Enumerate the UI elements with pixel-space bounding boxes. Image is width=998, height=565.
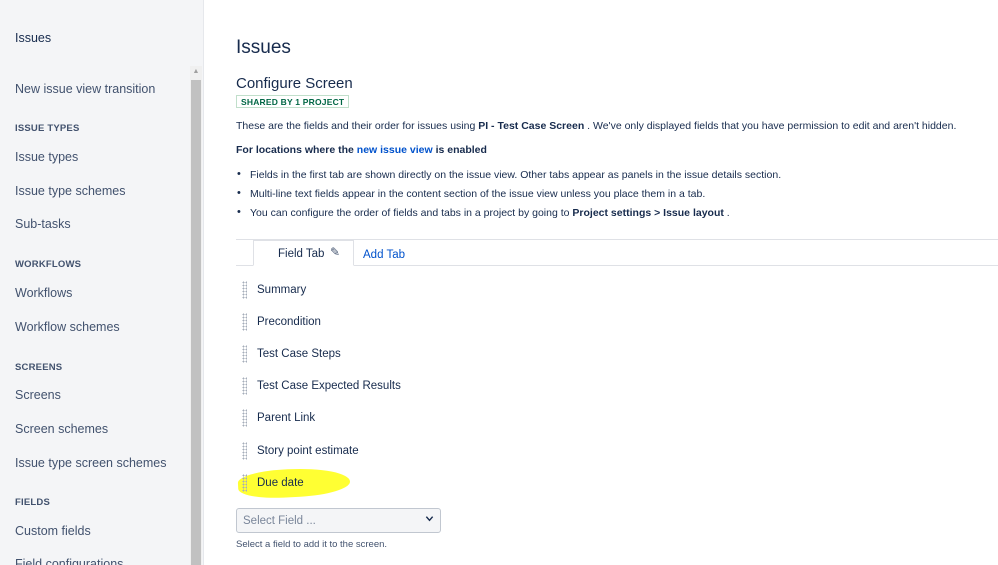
scroll-up-arrow-icon[interactable]: ▲: [191, 67, 201, 77]
sidebar-section-fields: FIELDS: [15, 497, 50, 508]
field-label: Test Case Steps: [257, 348, 341, 360]
field-row-precondition[interactable]: Precondition: [242, 312, 542, 332]
field-label: Summary: [257, 284, 307, 296]
sidebar-item-issue-types[interactable]: Issue types: [15, 150, 78, 164]
sidebar-item-workflow-schemes[interactable]: Workflow schemes: [15, 320, 120, 334]
sidebar-section-workflows: WORKFLOWS: [15, 259, 82, 270]
sidebar-item-screens[interactable]: Screens: [15, 388, 61, 402]
sidebar-item-issue-type-schemes[interactable]: Issue type schemes: [15, 184, 125, 198]
field-row-story-point-estimate[interactable]: Story point estimate: [242, 441, 542, 461]
bullet-multiline: Multi-line text fields appear in the con…: [236, 187, 781, 207]
desc-prefix: These are the fields and their order for…: [236, 120, 479, 132]
chevron-down-icon: [425, 516, 434, 522]
field-label: Story point estimate: [257, 445, 359, 457]
sidebar-item-new-issue-view-transition[interactable]: New issue view transition: [15, 82, 155, 96]
bullet-first-tab: Fields in the first tab are shown direct…: [236, 168, 781, 188]
sidebar-scrollbar-thumb[interactable]: [191, 80, 201, 565]
sidebar: Issues New issue view transition ISSUE T…: [0, 0, 204, 565]
bullet3-separator: >: [651, 207, 664, 219]
field-label: Parent Link: [257, 412, 316, 424]
add-tab-link[interactable]: Add Tab: [363, 249, 405, 261]
sidebar-item-workflows[interactable]: Workflows: [15, 286, 72, 300]
drag-handle-icon[interactable]: [242, 409, 247, 427]
screen-description: These are the fields and their order for…: [236, 120, 956, 132]
info-bullet-list: Fields in the first tab are shown direct…: [236, 168, 781, 226]
pencil-icon[interactable]: ✎: [330, 245, 340, 259]
sidebar-item-screen-schemes[interactable]: Screen schemes: [15, 422, 108, 436]
shared-projects-badge[interactable]: SHARED BY 1 PROJECT: [236, 95, 350, 108]
sidebar-item-custom-fields[interactable]: Custom fields: [15, 524, 91, 538]
tab-field-tab[interactable]: Field Tab ✎: [253, 240, 354, 266]
drag-handle-icon[interactable]: [242, 281, 247, 299]
tab-field-tab-label: Field Tab: [278, 248, 325, 260]
main-content: Issues Configure Screen SHARED BY 1 PROJ…: [236, 0, 998, 565]
drag-handle-icon[interactable]: [242, 474, 247, 492]
select-field-help-text: Select a field to add it to the screen.: [236, 539, 388, 550]
sidebar-item-sub-tasks[interactable]: Sub-tasks: [15, 217, 71, 231]
select-field-dropdown[interactable]: Select Field ...: [236, 508, 441, 533]
page-title: Issues: [236, 37, 291, 58]
drag-handle-icon[interactable]: [242, 377, 247, 395]
field-row-due-date[interactable]: Due date: [242, 473, 542, 493]
loc-suffix: is enabled: [432, 144, 487, 156]
new-issue-view-heading: For locations where the new issue view i…: [236, 144, 487, 156]
screen-title: Configure Screen: [236, 75, 353, 92]
sidebar-item-issues[interactable]: Issues: [15, 31, 51, 45]
bullet3-issue-layout: Issue layout: [663, 207, 724, 219]
drag-handle-icon[interactable]: [242, 313, 247, 331]
bullet-configure-order: You can configure the order of fields an…: [236, 206, 781, 226]
field-row-test-case-steps[interactable]: Test Case Steps: [242, 344, 542, 364]
drag-handle-icon[interactable]: [242, 442, 247, 460]
bullet3-prefix: You can configure the order of fields an…: [250, 207, 573, 219]
sidebar-section-screens: SCREENS: [15, 362, 63, 373]
sidebar-item-field-configurations[interactable]: Field configurations: [15, 557, 123, 565]
field-label: Due date: [257, 477, 304, 489]
field-label: Precondition: [257, 316, 321, 328]
field-row-summary[interactable]: Summary: [242, 280, 542, 300]
sidebar-section-issue-types: ISSUE TYPES: [15, 123, 80, 134]
sidebar-item-issue-type-screen-schemes[interactable]: Issue type screen schemes: [15, 456, 166, 470]
new-issue-view-link[interactable]: new issue view: [357, 144, 433, 156]
bullet3-project-settings: Project settings: [572, 207, 652, 219]
field-row-parent-link[interactable]: Parent Link: [242, 408, 542, 428]
loc-prefix: For locations where the: [236, 144, 357, 156]
bullet3-suffix: .: [723, 207, 730, 219]
select-field-placeholder: Select Field ...: [243, 515, 316, 527]
desc-suffix: . We've only displayed fields that you h…: [584, 120, 957, 132]
field-label: Test Case Expected Results: [257, 380, 401, 392]
drag-handle-icon[interactable]: [242, 345, 247, 363]
field-row-test-case-expected-results[interactable]: Test Case Expected Results: [242, 376, 542, 396]
desc-screen-name: PI - Test Case Screen: [478, 120, 585, 132]
